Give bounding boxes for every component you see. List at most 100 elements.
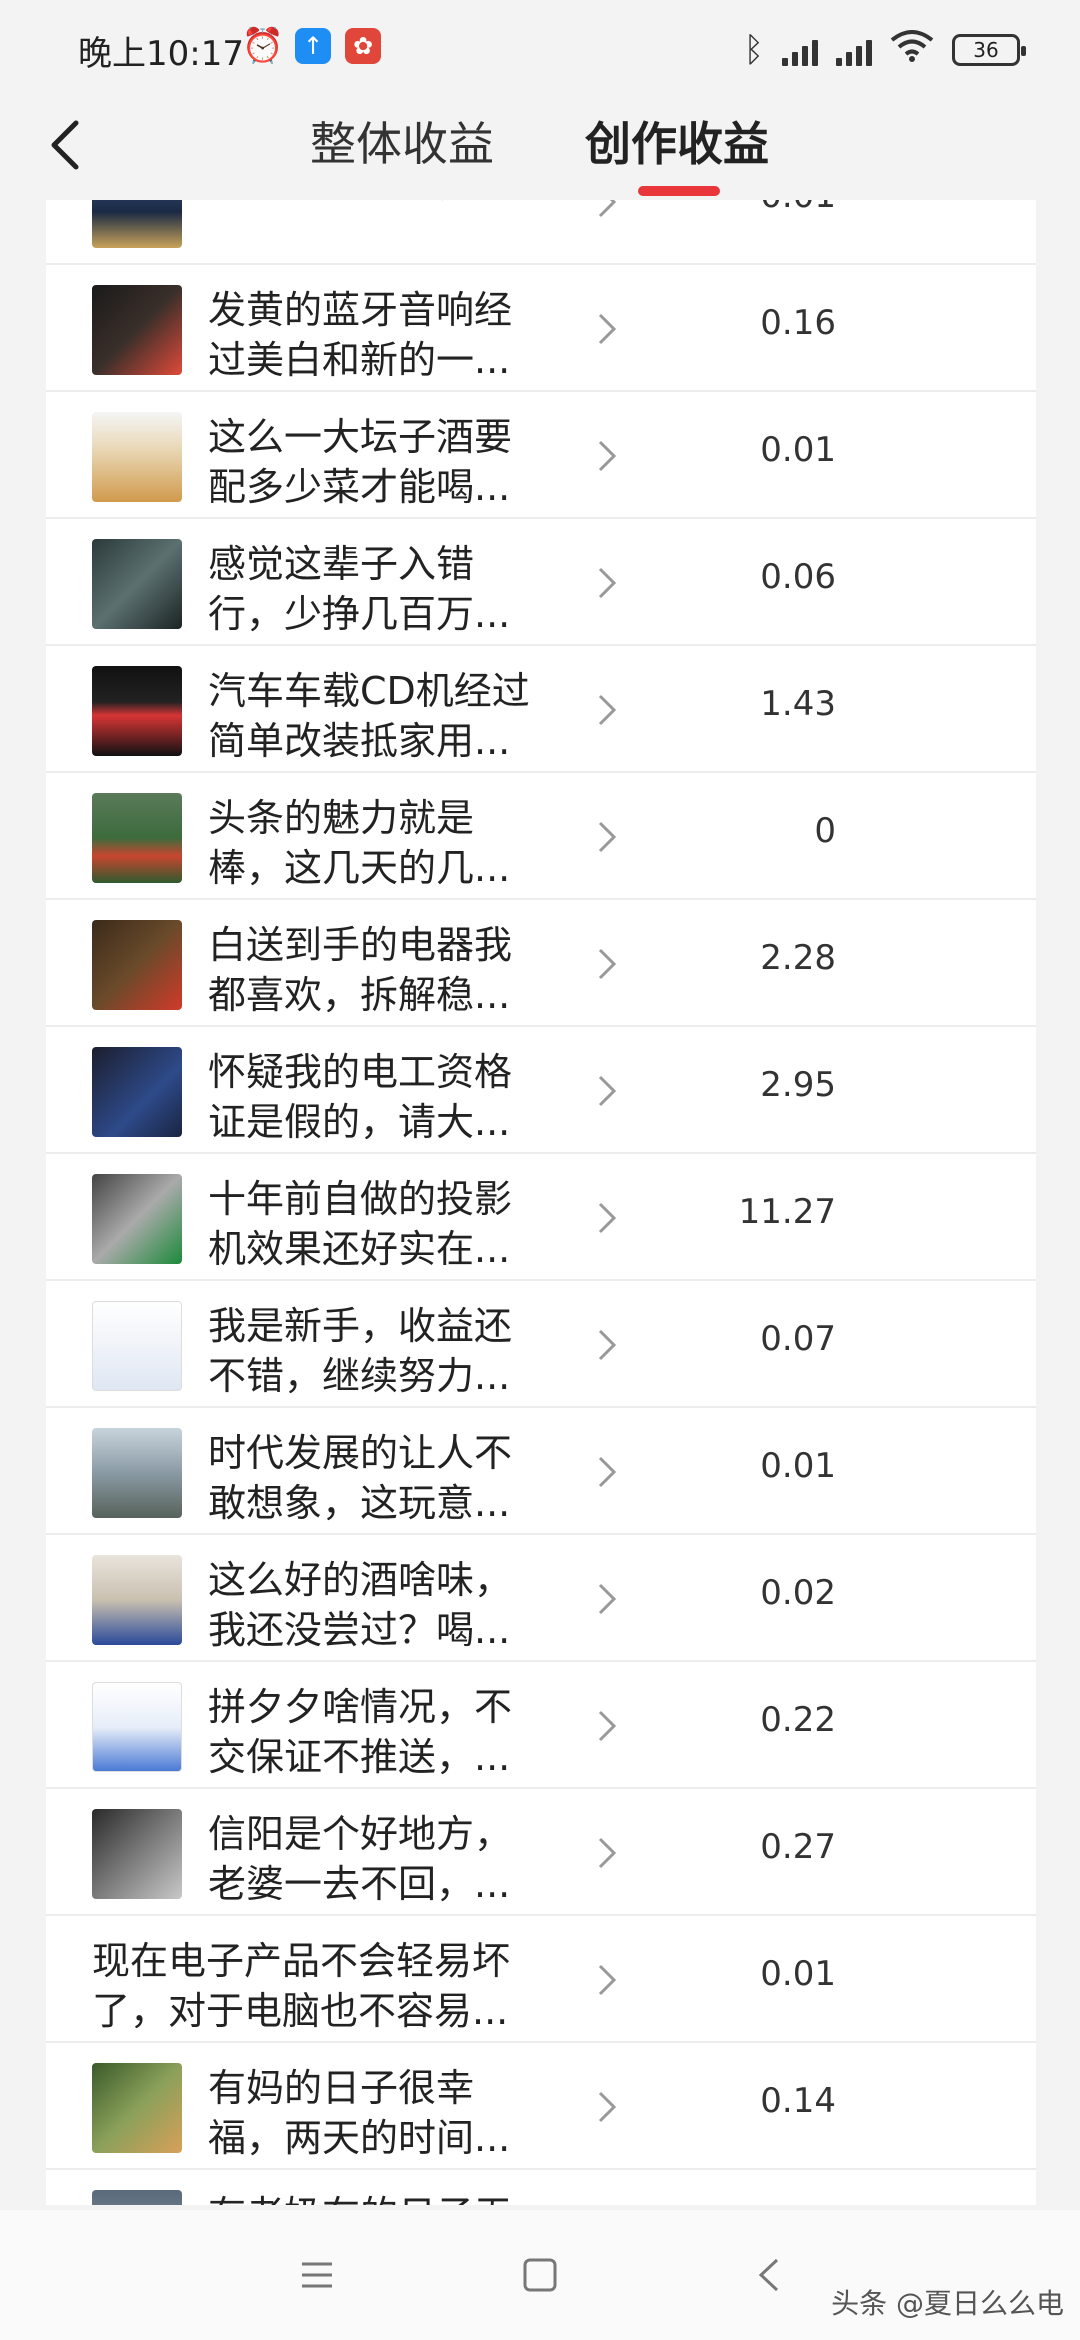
chevron-right-icon bbox=[598, 1202, 617, 1234]
nav-menu-button[interactable] bbox=[292, 2250, 342, 2300]
list-item[interactable]: 白送到手的电器我 都喜欢，拆解稳... 2.28 bbox=[46, 900, 1036, 1027]
article-thumbnail bbox=[92, 1301, 182, 1391]
article-thumbnail bbox=[92, 1047, 182, 1137]
chevron-right-icon bbox=[598, 1837, 617, 1869]
article-thumbnail bbox=[92, 539, 182, 629]
article-title: 汽车车载CD机经过 简单改装抵家用... bbox=[208, 669, 530, 763]
earning-amount: 1.43 bbox=[760, 684, 836, 724]
list-item[interactable]: 我是新手，收益还 不错，继续努力... 0.07 bbox=[46, 1281, 1036, 1408]
article-thumbnail bbox=[92, 666, 182, 756]
signal-icon bbox=[782, 34, 818, 66]
battery-icon: 36 bbox=[952, 33, 1026, 66]
article-thumbnail bbox=[92, 285, 182, 375]
article-thumbnail bbox=[92, 1809, 182, 1899]
chevron-right-icon bbox=[598, 1583, 617, 1615]
square-icon bbox=[523, 2258, 557, 2292]
bluetooth-icon: ᛒ bbox=[743, 29, 764, 70]
article-title: 玩多媒体挣钱，... bbox=[208, 200, 548, 258]
list-item[interactable]: 现在电子产品不会轻易坏 了，对于电脑也不容易... 0.01 bbox=[46, 1916, 1036, 2043]
article-title: 发黄的蓝牙音响经 过美白和新的一... bbox=[208, 288, 513, 382]
list-item[interactable]: 有老奶在的日子无 bbox=[46, 2170, 1036, 2205]
chevron-right-icon bbox=[598, 821, 617, 853]
triangle-back-icon bbox=[758, 2258, 779, 2292]
list-item[interactable]: 有妈的日子很幸 福，两天的时间... 0.14 bbox=[46, 2043, 1036, 2170]
watermark: 头条 @夏日么么电 bbox=[831, 2287, 1064, 2320]
header: 整体收益 创作收益 bbox=[0, 96, 1080, 200]
list-item[interactable]: 这么一大坛子酒要 配多少菜才能喝... 0.01 bbox=[46, 392, 1036, 519]
chevron-right-icon bbox=[598, 2091, 617, 2123]
status-bar: 晚上10:17 ⏰ ↑ ✿ ᛒ 36 bbox=[0, 0, 1080, 96]
article-thumbnail bbox=[92, 2063, 182, 2153]
chevron-right-icon bbox=[598, 1710, 617, 1742]
earning-amount: 0.14 bbox=[760, 2081, 836, 2121]
list-item[interactable]: 怀疑我的电工资格 证是假的，请大... 2.95 bbox=[46, 1027, 1036, 1154]
list-item[interactable]: 头条的魅力就是 棒，这几天的几... 0 bbox=[46, 773, 1036, 900]
status-time: 晚上10:17 bbox=[78, 34, 244, 74]
earning-amount: 0.01 bbox=[760, 1954, 836, 1994]
app-notification-icon: ✿ bbox=[345, 28, 381, 64]
chevron-right-icon bbox=[598, 694, 617, 726]
article-title: 我是新手，收益还 不错，继续努力... bbox=[208, 1304, 513, 1398]
article-thumbnail bbox=[92, 1555, 182, 1645]
article-title: 信阳是个好地方， 老婆一去不回，... bbox=[208, 1812, 513, 1906]
article-title: 时代发展的让人不 敢想象，这玩意... bbox=[208, 1431, 513, 1525]
article-thumbnail bbox=[92, 1428, 182, 1518]
chevron-right-icon bbox=[598, 567, 617, 599]
chevron-right-icon bbox=[598, 1964, 617, 1996]
earning-amount: 0.06 bbox=[760, 557, 836, 597]
back-button[interactable] bbox=[36, 110, 96, 180]
earning-amount: 0.22 bbox=[760, 1700, 836, 1740]
nav-back-button[interactable] bbox=[745, 2250, 795, 2300]
earning-amount: 0.01 bbox=[760, 1446, 836, 1486]
article-title: 这么好的酒啥味， 我还没尝过？喝... bbox=[208, 1558, 513, 1652]
article-thumbnail bbox=[92, 793, 182, 883]
active-tab-indicator bbox=[638, 186, 720, 196]
chevron-right-icon bbox=[598, 1075, 617, 1107]
system-nav-bar: 头条 @夏日么么电 bbox=[0, 2210, 1080, 2340]
wifi-icon bbox=[890, 28, 934, 71]
chevron-right-icon bbox=[598, 1329, 617, 1361]
status-icons-left: ⏰ ↑ ✿ bbox=[241, 26, 381, 66]
article-title: 现在电子产品不会轻易坏 了，对于电脑也不容易... bbox=[92, 1939, 511, 2033]
earning-amount: 0.27 bbox=[760, 1827, 836, 1867]
article-thumbnail bbox=[92, 412, 182, 502]
alarm-icon: ⏰ bbox=[241, 26, 285, 66]
tab-creation-income[interactable]: 创作收益 bbox=[585, 108, 769, 174]
chevron-right-icon bbox=[598, 1456, 617, 1488]
chevron-right-icon bbox=[598, 440, 617, 472]
chevron-right-icon bbox=[598, 948, 617, 980]
list-item[interactable]: 感觉这辈子入错 行，少挣几百万... 0.06 bbox=[46, 519, 1036, 646]
article-thumbnail bbox=[92, 1174, 182, 1264]
earning-amount: 0.01 bbox=[760, 430, 836, 470]
earning-amount: 0.01 bbox=[760, 200, 836, 216]
list-item[interactable]: 玩多媒体挣钱，... 0.01 bbox=[46, 200, 1036, 265]
earning-amount: 0.07 bbox=[760, 1319, 836, 1359]
list-item[interactable]: 信阳是个好地方， 老婆一去不回，... 0.27 bbox=[46, 1789, 1036, 1916]
earning-amount: 0.02 bbox=[760, 1573, 836, 1613]
article-thumbnail bbox=[92, 920, 182, 1010]
menu-icon bbox=[302, 2262, 332, 2288]
list-item[interactable]: 拼夕夕啥情况，不 交保证不推送，... 0.22 bbox=[46, 1662, 1036, 1789]
chevron-left-icon bbox=[51, 120, 79, 170]
upload-icon: ↑ bbox=[295, 28, 331, 64]
article-title: 十年前自做的投影 机效果还好实在... bbox=[208, 1177, 513, 1271]
list-item[interactable]: 汽车车载CD机经过 简单改装抵家用... 1.43 bbox=[46, 646, 1036, 773]
article-title: 拼夕夕啥情况，不 交保证不推送，... bbox=[208, 1685, 513, 1779]
article-title: 怀疑我的电工资格 证是假的，请大... bbox=[208, 1050, 513, 1144]
article-thumbnail bbox=[92, 200, 182, 248]
list-item[interactable]: 时代发展的让人不 敢想象，这玩意... 0.01 bbox=[46, 1408, 1036, 1535]
tab-overall-income[interactable]: 整体收益 bbox=[310, 108, 494, 174]
list-item[interactable]: 十年前自做的投影 机效果还好实在... 11.27 bbox=[46, 1154, 1036, 1281]
earning-amount: 0 bbox=[814, 811, 836, 851]
chevron-right-icon bbox=[598, 313, 617, 345]
article-title: 白送到手的电器我 都喜欢，拆解稳... bbox=[208, 923, 513, 1017]
earning-amount: 2.28 bbox=[760, 938, 836, 978]
list-item[interactable]: 这么好的酒啥味， 我还没尝过？喝... 0.02 bbox=[46, 1535, 1036, 1662]
earnings-list[interactable]: 玩多媒体挣钱，... 0.01 发黄的蓝牙音响经 过美白和新的一... 0.16 这么一… bbox=[46, 200, 1036, 2205]
earning-amount: 2.95 bbox=[760, 1065, 836, 1105]
chevron-right-icon bbox=[598, 200, 617, 218]
status-icons-right: ᛒ 36 bbox=[743, 28, 1026, 71]
article-title: 头条的魅力就是 棒，这几天的几... bbox=[208, 796, 511, 890]
list-item[interactable]: 发黄的蓝牙音响经 过美白和新的一... 0.16 bbox=[46, 265, 1036, 392]
nav-home-button[interactable] bbox=[515, 2250, 565, 2300]
